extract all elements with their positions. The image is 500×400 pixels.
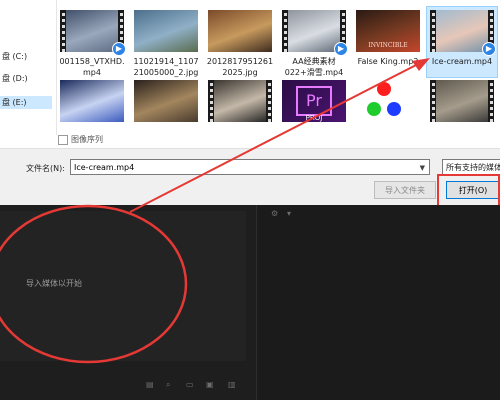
file-name: AA经典素材 022+滑雪.mp4 [284, 57, 344, 77]
filename-label: 文件名(N): [26, 164, 65, 173]
marker-icon[interactable]: ▾ [287, 209, 291, 218]
file-name: False King.mp3 [357, 57, 419, 66]
file-type-filter[interactable]: 所有支持的媒体 [442, 159, 500, 175]
trash-icon[interactable]: ▥ [228, 380, 236, 389]
file-name: 11021914_1107 21005000_2.jpg [133, 57, 199, 77]
file-thumbnail [208, 80, 272, 122]
folder-icon[interactable]: ▭ [186, 380, 194, 389]
play-badge-icon: ▶ [482, 42, 496, 56]
project-file-label: PROJ [305, 114, 323, 122]
timeline-panel[interactable]: ⚙ ▾ [256, 205, 500, 400]
film-strip [208, 80, 214, 122]
new-item-icon[interactable]: ▣ [206, 380, 214, 389]
wrench-icon[interactable]: ⚙ [271, 209, 278, 218]
play-badge-icon: ▶ [334, 42, 348, 56]
film-strip [266, 80, 272, 122]
file-thumbnail [430, 80, 494, 122]
album-art-title: INVINCIBLE [368, 42, 408, 49]
file-open-dialog: 盘 (C:) 盘 (D:) 盘 (E:) ▶ 001158_VTXHD. mp4 1… [0, 0, 500, 206]
image-sequence-checkbox[interactable] [58, 134, 68, 145]
film-strip [488, 80, 494, 122]
file-thumbnail: Pr PROJ [282, 80, 346, 122]
file-thumbnail [356, 80, 420, 122]
image-sequence-label: 图像序列 [71, 135, 103, 144]
file-list[interactable]: ▶ 001158_VTXHD. mp4 11021914_1107 21005000… [58, 0, 500, 135]
file-thumbnail [134, 80, 198, 122]
premiere-logo: Pr [296, 86, 332, 116]
list-view-icon[interactable]: ▤ [146, 380, 154, 389]
navigation-pane[interactable]: 盘 (C:) 盘 (D:) 盘 (E:) [0, 0, 57, 135]
film-strip [430, 10, 436, 52]
drive-c[interactable]: 盘 (C:) [0, 50, 52, 63]
file-name: 001158_VTXHD. mp4 [59, 57, 125, 77]
project-panel-toolbar: ▤ ⌕ ▭ ▣ ▥ [0, 370, 250, 400]
file-name: Ice-cream.mp4 [431, 57, 493, 66]
play-badge-icon: ▶ [112, 42, 126, 56]
file-thumbnail [134, 10, 198, 52]
filename-input[interactable]: Ice-cream.mp4 ▼ [70, 159, 430, 175]
film-strip [430, 80, 436, 122]
film-strip [282, 10, 288, 52]
import-folder-button[interactable]: 导入文件夹 [374, 181, 436, 199]
search-icon[interactable]: ⌕ [166, 380, 170, 390]
file-thumbnail [60, 80, 124, 122]
drive-e[interactable]: 盘 (E:) [0, 96, 52, 109]
filename-value: Ice-cream.mp4 [74, 163, 135, 172]
film-strip [60, 10, 66, 52]
dialog-footer: 文件名(N): Ice-cream.mp4 ▼ 所有支持的媒体 导入文件夹 打开… [0, 148, 500, 206]
import-media-hint: 导入媒体以开始 [26, 279, 82, 288]
chevron-down-icon[interactable]: ▼ [420, 160, 425, 176]
drive-d[interactable]: 盘 (D:) [0, 72, 52, 85]
file-thumbnail [208, 10, 272, 52]
image-sequence-option[interactable]: 图像序列 [58, 134, 103, 145]
file-name: 2012817951261 2025.jpg [206, 57, 274, 77]
file-thumbnail: INVINCIBLE [356, 10, 420, 52]
